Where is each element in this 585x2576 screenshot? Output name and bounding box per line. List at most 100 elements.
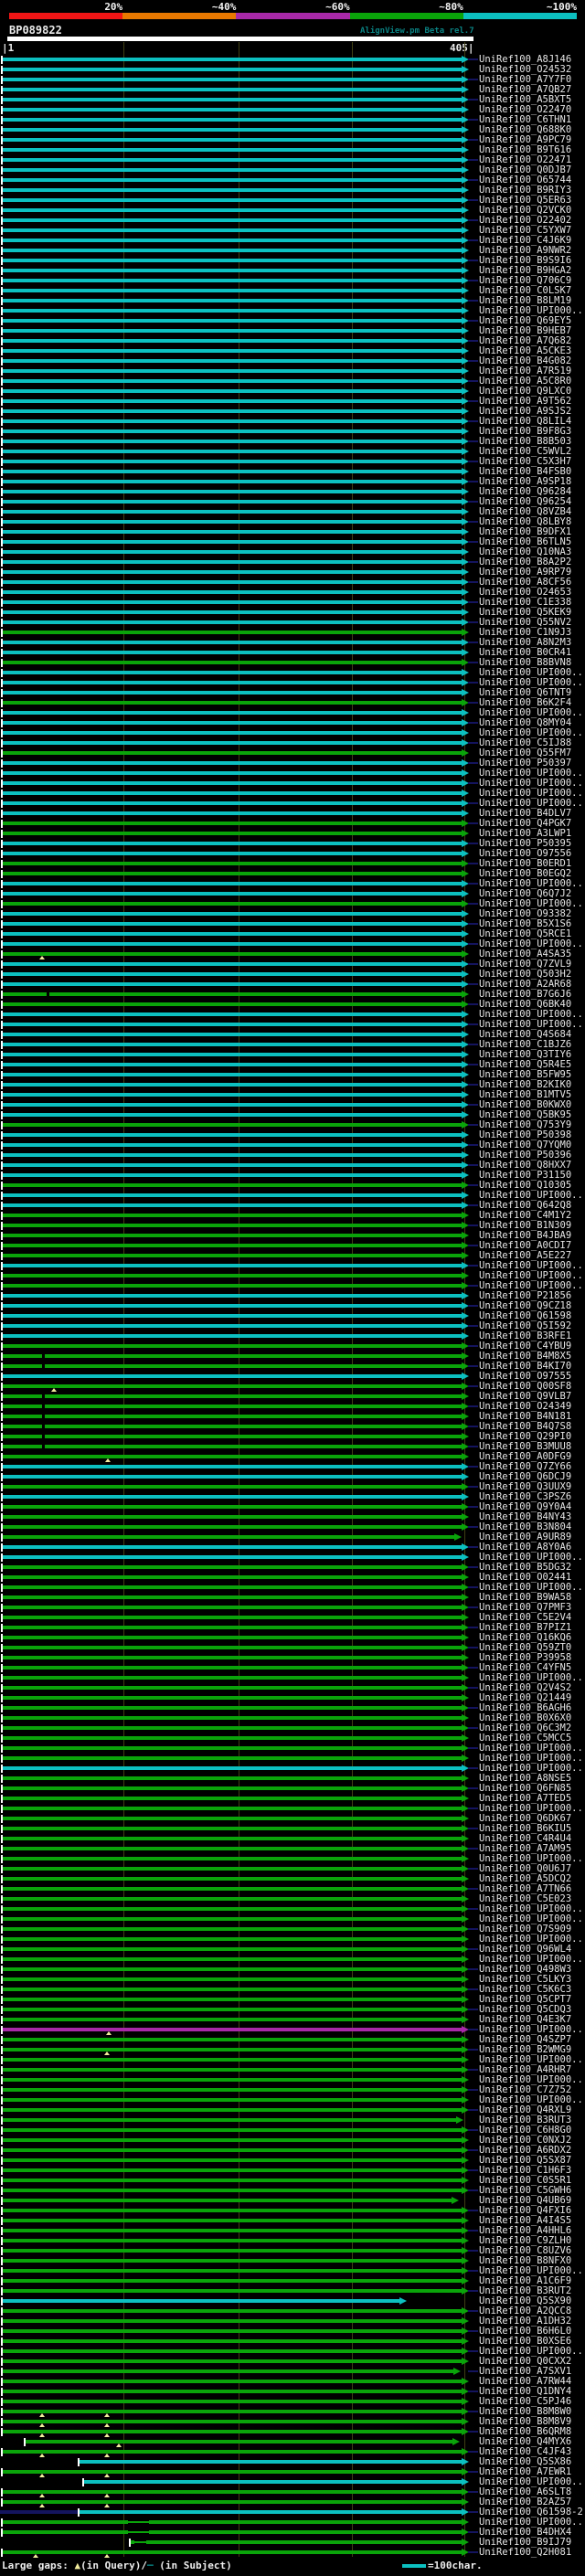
hit-line-segment [2,1807,462,1810]
alignment-start-tick [1,2076,3,2084]
hit-line-segment [2,570,462,574]
hit-line-segment [128,2531,149,2533]
hit-arrow-icon [462,1131,469,1139]
query-title: BP089822 [9,24,62,37]
hit-line-segment [2,2369,453,2373]
alignment-start-tick [1,1754,3,1763]
hit-label[interactable]: UniRef100_Q2H081 [479,2548,571,2558]
hit-line-segment [2,1877,462,1881]
hit-line-segment [2,1756,462,1760]
hit-arrow-icon [462,1654,469,1661]
hit-arrow-icon [462,609,469,616]
hit-line-segment [2,379,462,383]
hit-connector [468,1948,478,1950]
alignment-start-tick [1,1624,3,1632]
hit-arrow-icon [462,629,469,636]
hit-line-segment [2,2209,462,2212]
alignment-start-tick [1,548,3,557]
hit-connector [468,722,478,724]
hit-connector [468,2109,478,2111]
alignment-start-tick [1,1644,3,1652]
hit-connector [468,1908,478,1910]
hit-line-segment [2,409,462,413]
hit-line-segment [2,2058,462,2062]
hit-line-segment [2,1837,462,1840]
alignment-start-tick [1,568,3,577]
hit-line-segment [2,1415,462,1418]
identity-scale-label: ~80% [439,1,463,13]
hit-line-segment [2,892,462,896]
identity-scale-label: 20% [104,1,123,13]
hit-line-segment [2,1525,462,1529]
hit-line-segment [2,259,462,262]
hit-row[interactable]: UniRef100_Q2H081 [0,2548,585,2558]
hit-connector [468,1988,478,1990]
alignment-start-tick [1,267,3,275]
alignment-start-tick [1,1765,3,1773]
hit-connector [468,1305,478,1307]
hit-connector [468,2069,478,2071]
hit-arrow-icon [462,689,469,696]
alignment-start-tick [1,2398,3,2406]
alignment-start-tick [1,438,3,446]
hit-connector [468,2310,478,2312]
alignment-start-tick [1,387,3,396]
alignment-start-tick [1,629,3,637]
hit-line-segment [2,329,462,333]
hit-arrow-icon [462,1614,469,1621]
hit-line-segment [146,2540,462,2544]
hit-line-segment [2,1274,462,1277]
alignment-start-tick [1,86,3,94]
hit-arrow-icon [462,66,469,73]
hit-line-segment [2,2008,462,2011]
hit-line-segment [2,2309,462,2313]
hit-line-segment [2,218,462,222]
hit-line-segment [2,761,462,765]
hit-arrow-icon [462,1694,469,1701]
alignment-start-tick [1,2448,3,2456]
hit-line-segment [2,1927,462,1931]
alignment-start-tick [1,408,3,416]
hit-arrow-icon [462,2177,469,2184]
hit-connector [468,2531,478,2533]
alignment-start-tick [1,217,3,225]
alignment-start-tick [1,1825,3,1833]
hit-line-segment [2,962,462,966]
alignment-start-tick [1,1654,3,1662]
hit-arrow-icon [462,1895,469,1903]
hit-line-segment [2,1425,462,1428]
hit-line-segment [2,1012,462,1016]
hit-line-segment [2,1475,462,1479]
alignment-start-tick [1,759,3,768]
hit-arrow-icon [462,769,469,777]
hit-line-segment [2,1616,462,1619]
hit-line-segment [2,2520,128,2524]
alignment-start-tick [1,1383,3,1391]
hit-line-segment [2,178,462,182]
alignment-start-tick [1,1463,3,1471]
alignment-start-tick [1,2277,3,2285]
alignment-start-tick [1,1182,3,1190]
hit-line-segment [2,460,462,463]
alignment-start-tick [1,991,3,999]
hit-line-segment [2,2349,462,2353]
hit-connector [468,1667,478,1669]
hit-arrow-icon [462,2016,469,2023]
hit-line-segment [2,771,462,775]
alignment-start-tick [1,418,3,426]
hit-connector [468,2149,478,2151]
alignment-start-tick [1,1262,3,1270]
alignment-start-tick [1,1935,3,1944]
hit-line-segment [2,2249,462,2253]
alignment-start-tick [1,1976,3,1984]
hit-line-segment [2,832,462,835]
hit-connector [468,1506,478,1508]
hit-line-segment [2,419,462,423]
hit-line-segment [2,1354,462,1358]
alignment-start-tick [1,2227,3,2235]
hit-line-segment [128,2521,149,2523]
hit-arrow-icon [452,2197,459,2204]
hit-line-segment [2,1917,462,1921]
hit-arrow-icon [462,1553,469,1561]
hit-arrow-icon [462,1192,469,1199]
